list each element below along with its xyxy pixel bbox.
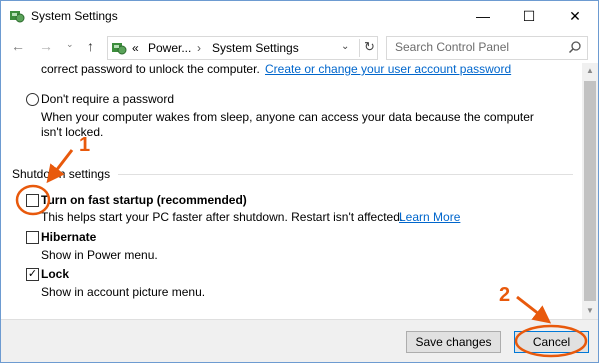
settings-content: correct password to unlock the computer.… — [1, 63, 581, 319]
address-dropdown-icon[interactable]: ⌄ — [341, 41, 349, 52]
search-icon[interactable] — [568, 40, 582, 54]
system-settings-window: System Settings — ☐ ✕ ← → ⌄ ↑ « Power...… — [0, 0, 599, 363]
section-divider — [118, 174, 573, 175]
no-password-radio[interactable] — [26, 93, 39, 106]
step-1-annotation: 1 — [79, 134, 91, 156]
navigation-bar: ← → ⌄ ↑ « Power... › System Settings ⌄ ↻ — [1, 31, 598, 63]
address-bar[interactable]: « Power... › System Settings ⌄ ↻ — [107, 36, 378, 60]
shutdown-settings-heading: Shutdown settings — [12, 167, 111, 181]
dialog-footer: Save changes Cancel — [1, 319, 598, 362]
search-input[interactable] — [387, 37, 565, 57]
lock-checkbox[interactable]: ✓ — [26, 268, 39, 281]
maximize-button[interactable]: ☐ — [506, 1, 552, 31]
no-password-description-line1: When your computer wakes from sleep, any… — [41, 110, 534, 124]
minimize-button[interactable]: — — [460, 1, 506, 31]
scrollbar-thumb[interactable] — [584, 81, 596, 301]
hibernate-checkbox[interactable] — [26, 231, 39, 244]
control-panel-icon — [112, 43, 127, 55]
back-arrow-icon[interactable]: ← — [11, 38, 25, 54]
breadcrumb-power[interactable]: Power... — [148, 41, 191, 55]
cancel-button[interactable]: Cancel — [514, 331, 589, 353]
hibernate-description: Show in Power menu. — [41, 248, 158, 262]
save-changes-button[interactable]: Save changes — [406, 331, 501, 353]
address-overflow-chevron[interactable]: « — [132, 41, 139, 55]
change-password-link[interactable]: Create or change your user account passw… — [265, 63, 511, 76]
title-bar: System Settings — ☐ ✕ — [1, 1, 598, 31]
learn-more-link[interactable]: Learn More — [399, 210, 460, 224]
refresh-icon[interactable]: ↻ — [359, 39, 375, 57]
step-2-annotation: 2 — [499, 284, 511, 306]
maximize-icon: ☐ — [522, 7, 536, 24]
search-box[interactable] — [386, 36, 588, 60]
close-icon: ✕ — [569, 7, 581, 24]
fast-startup-description: This helps start your PC faster after sh… — [41, 210, 404, 224]
close-button[interactable]: ✕ — [552, 1, 598, 31]
password-description: correct password to unlock the computer. — [41, 63, 260, 76]
window-title: System Settings — [31, 9, 118, 23]
vertical-scrollbar[interactable]: ▲ ▼ — [582, 63, 598, 319]
fast-startup-checkbox[interactable] — [26, 194, 39, 207]
check-mark-icon: ✓ — [27, 268, 38, 280]
lock-description: Show in account picture menu. — [41, 285, 206, 299]
forward-arrow-icon[interactable]: → — [39, 38, 53, 54]
scroll-up-icon[interactable]: ▲ — [582, 63, 598, 79]
no-password-label: Don't require a password — [41, 92, 175, 106]
control-panel-icon — [10, 11, 25, 23]
scroll-down-icon[interactable]: ▼ — [582, 303, 598, 319]
no-password-description-line2: isn't locked. — [41, 125, 104, 139]
fast-startup-label: Turn on fast startup (recommended) — [41, 193, 247, 207]
breadcrumb-separator-icon[interactable]: › — [197, 41, 201, 55]
breadcrumb-system-settings[interactable]: System Settings — [212, 41, 299, 55]
recent-locations-icon[interactable]: ⌄ — [66, 39, 74, 50]
up-arrow-icon[interactable]: ↑ — [87, 38, 94, 54]
lock-label: Lock — [41, 267, 70, 281]
minimize-icon: — — [476, 8, 490, 24]
hibernate-label: Hibernate — [41, 230, 97, 244]
